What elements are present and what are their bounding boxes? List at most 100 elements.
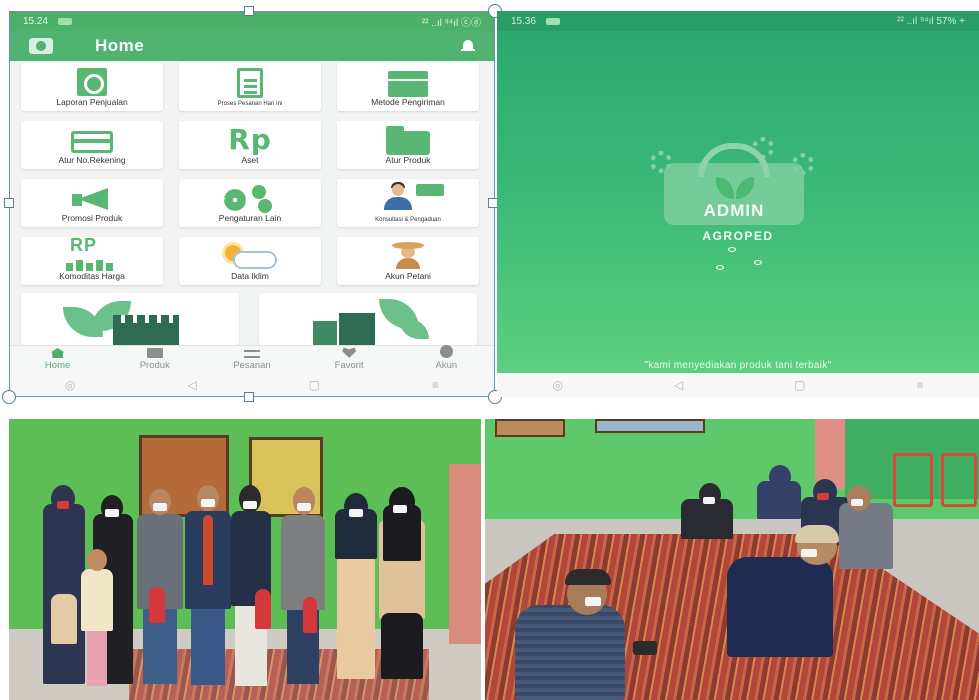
bottom-nav: Home Produk Pesanan Favorit Akun — [9, 345, 495, 373]
app-name: AGROPED — [702, 229, 774, 243]
resize-handle-bottom[interactable] — [244, 392, 254, 402]
pink-door — [449, 464, 481, 644]
menu-tile-atur-produk[interactable]: Atur Produk — [337, 121, 479, 169]
list-icon — [243, 350, 260, 358]
menu-icon[interactable]: ≡ — [432, 378, 439, 392]
home-square-icon[interactable]: ▢ — [309, 378, 320, 392]
tile-label: Metode Pengiriman — [371, 97, 445, 107]
menu-tile-pengaturan-lain[interactable]: Pengaturan Lain — [179, 179, 321, 227]
promo-banner-market[interactable] — [259, 293, 477, 345]
building-icon — [339, 313, 375, 345]
notification-icon — [546, 17, 561, 25]
box-icon — [388, 71, 428, 97]
nav-akun[interactable]: Akun — [406, 345, 486, 371]
menu-tile-atur-rekening[interactable]: Atur No.Rekening — [21, 121, 163, 169]
tile-label: Akun Petani — [385, 271, 431, 281]
resize-handle-bottom-left[interactable] — [2, 390, 16, 404]
nav-label: Home — [44, 360, 71, 371]
system-nav-bar: ◎ ◁ ▢ ≡ — [497, 373, 979, 397]
folder-icon — [386, 126, 430, 155]
logo-text: ADMIN — [703, 201, 765, 220]
red-chair — [893, 453, 933, 507]
report-icon — [77, 68, 107, 96]
menu-icon[interactable]: ≡ — [916, 378, 923, 392]
nav-label: Favorit — [334, 360, 364, 371]
menu-grid: Laporan Penjualan Proses Pesanan Hari In… — [21, 63, 481, 285]
person-icon — [439, 345, 453, 358]
tile-label: Komoditas Harga — [59, 271, 125, 281]
pink-pillar — [815, 419, 845, 489]
leaf-icon — [399, 319, 429, 339]
tile-label: Promosi Produk — [61, 213, 123, 223]
farmer-icon — [388, 239, 428, 269]
heart-icon — [342, 347, 357, 358]
menu-tile-metode-pengiriman[interactable]: Metode Pengiriman — [337, 63, 479, 111]
home-screen: 15.24 ²² ..ıl ⁹⁴ıl ⓒⓓ Home Laporan Penju… — [9, 11, 495, 397]
nav-produk[interactable]: Produk — [115, 348, 195, 371]
weather-icon — [215, 241, 285, 271]
tile-label: Data Iklim — [231, 271, 269, 281]
resize-handle-top[interactable] — [244, 6, 254, 16]
resize-handle-left[interactable] — [4, 198, 14, 208]
menu-tile-akun-petani[interactable]: Akun Petani — [337, 237, 479, 285]
menu-tile-konsultasi[interactable]: Konsultasi & Pengaduan — [337, 179, 479, 227]
back-icon[interactable]: ◁ — [674, 378, 683, 392]
nav-label: Pesanan — [233, 360, 271, 371]
menu-tile-komoditas-harga[interactable]: RP Komoditas Harga — [21, 235, 163, 285]
tile-label: Atur No.Rekening — [58, 155, 126, 165]
clapperboard-icon — [113, 315, 179, 345]
red-chair — [941, 453, 977, 507]
admin-logo: ADMIN — [650, 137, 814, 235]
nav-label: Produk — [139, 360, 170, 371]
megaphone-icon — [70, 186, 114, 212]
promo-banner-video[interactable] — [21, 293, 239, 345]
menu-tile-promosi-produk[interactable]: Promosi Produk — [21, 179, 163, 227]
nav-favorit[interactable]: Favorit — [309, 347, 389, 371]
tile-label: Aset — [241, 155, 259, 165]
notification-icon — [58, 17, 73, 25]
tile-label: Proses Pesanan Hari Ini — [217, 101, 283, 107]
nav-home[interactable]: Home — [18, 348, 98, 371]
nav-label: Akun — [435, 360, 458, 371]
rp-icon: Rp — [228, 123, 272, 156]
menu-tile-data-iklim[interactable]: Data Iklim — [179, 237, 321, 285]
nav-pesanan[interactable]: Pesanan — [212, 350, 292, 371]
splash-screen: 15.36 ²² ..ıl ⁹⁴ıl 57% + ADMIN AGROPED "… — [497, 11, 979, 397]
status-indicators: ²² ..ıl ⁹⁴ıl ⓒⓓ — [421, 17, 481, 29]
app-bar: Home — [9, 31, 495, 61]
splash-background: ADMIN AGROPED — [497, 31, 979, 373]
status-time: 15.36 — [511, 15, 537, 27]
page-title: Home — [95, 36, 145, 55]
home-icon — [50, 348, 65, 358]
loading-dot — [716, 265, 724, 270]
wall-poster — [595, 419, 705, 433]
app-logo-icon — [29, 38, 53, 54]
menu-tile-proses-pesanan[interactable]: Proses Pesanan Hari Ini — [179, 63, 321, 111]
tile-label: Atur Produk — [385, 155, 431, 165]
bell-icon[interactable] — [461, 39, 475, 53]
recent-apps-icon[interactable]: ◎ — [552, 378, 562, 392]
folder-icon — [146, 348, 163, 358]
gears-icon — [220, 185, 280, 213]
back-icon[interactable]: ◁ — [187, 378, 196, 392]
status-bar: 15.36 ²² ..ıl ⁹⁴ıl 57% + — [497, 11, 979, 31]
building-icon — [313, 321, 337, 345]
recent-apps-icon[interactable]: ◎ — [65, 378, 75, 392]
status-indicators: ²² ..ıl ⁹⁴ıl 57% + — [897, 15, 965, 27]
loading-dot — [728, 247, 736, 252]
menu-tile-aset[interactable]: Rp Aset — [179, 121, 321, 169]
loading-dot — [754, 260, 762, 265]
tile-label: Pengaturan Lain — [218, 213, 282, 223]
wall-poster — [495, 419, 565, 437]
photo-meeting — [485, 419, 979, 700]
tile-label: Konsultasi & Pengaduan — [375, 217, 441, 223]
photo-group — [9, 419, 481, 700]
tile-label: Laporan Penjualan — [56, 97, 128, 107]
consult-icon — [366, 182, 450, 212]
menu-tile-laporan-penjualan[interactable]: Laporan Penjualan — [21, 63, 163, 111]
home-square-icon[interactable]: ▢ — [794, 378, 805, 392]
price-bars-icon: RP — [60, 235, 124, 271]
clipboard-icon — [237, 68, 263, 98]
tagline: "kami menyediakan produk tani terbaik" — [644, 360, 832, 371]
card-icon — [71, 131, 113, 153]
